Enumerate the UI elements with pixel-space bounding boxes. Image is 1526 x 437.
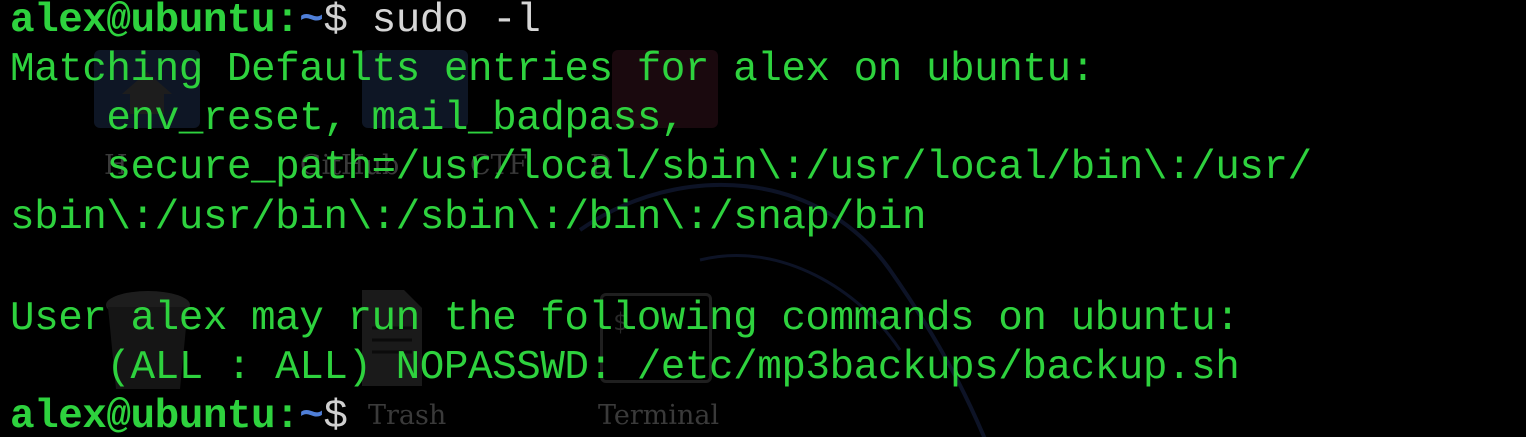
output-line-7: (ALL : ALL) NOPASSWD: /etc/mp3backups/ba…: [10, 345, 1240, 391]
desktop-screen: H GitHub CTF D $ Trash Terminal alex@ubu…: [0, 0, 1526, 437]
output-line-1: Matching Defaults entries for alex on ub…: [10, 47, 1095, 93]
prompt-separator: :: [275, 0, 300, 44]
prompt-separator-2: :: [275, 394, 300, 437]
prompt-user: alex@ubuntu: [10, 0, 276, 44]
output-line-6: User alex may run the following commands…: [10, 296, 1240, 342]
output-line-2: env_reset, mail_badpass,: [10, 96, 685, 142]
output-line-3: secure_path=/usr/local/sbin\:/usr/local/…: [10, 145, 1312, 191]
prompt-user-2: alex@ubuntu: [10, 394, 276, 437]
terminal-window[interactable]: alex@ubuntu:~$ sudo -l Matching Defaults…: [0, 0, 1526, 437]
prompt-line-1: alex@ubuntu:~$ sudo -l: [10, 0, 541, 46]
prompt-line-2[interactable]: alex@ubuntu:~$: [10, 392, 348, 437]
output-line-4: sbin\:/usr/bin\:/sbin\:/bin\:/snap/bin: [10, 195, 926, 241]
command-sudo-l: sudo -l: [371, 0, 541, 44]
prompt-path-2: ~: [299, 394, 324, 437]
prompt-path: ~: [299, 0, 324, 44]
prompt-symbol-2: $: [323, 394, 348, 437]
command-text: [347, 0, 371, 44]
prompt-symbol: $: [323, 0, 348, 44]
